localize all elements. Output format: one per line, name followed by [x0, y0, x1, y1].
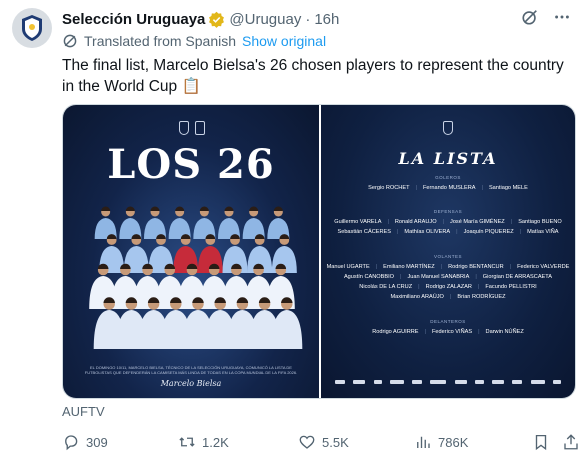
team-photo — [89, 206, 303, 349]
grok-icon[interactable] — [521, 8, 539, 30]
more-icon[interactable] — [553, 8, 571, 30]
player-row: Rodrigo AGUIRRE | Federico VIÑAS | Darwin NÚ… — [372, 329, 524, 335]
like-button[interactable]: 5.5K — [298, 433, 349, 451]
translate-icon — [62, 33, 78, 49]
bookmark-button[interactable] — [532, 433, 550, 451]
section-volantes: VOLANTES Manuel UGARTE | Emiliano MARTÍNEZ… — [321, 254, 575, 302]
player-figure — [94, 206, 117, 239]
verified-badge-icon — [208, 11, 225, 28]
repost-count: 1.2K — [202, 434, 229, 450]
player-figure — [218, 206, 240, 239]
like-count: 5.5K — [322, 434, 349, 450]
auf-crest-icon — [179, 121, 189, 135]
author-name[interactable]: Selección Uruguaya — [62, 11, 205, 28]
post-header: Selección Uruguaya @Uruguay · 16h — [62, 8, 571, 30]
section-delanteros: DELANTEROS Rodrigo AGUIRRE | Federico VIÑA… — [321, 319, 575, 337]
sponsor-logos — [331, 378, 565, 386]
views-count: 786K — [438, 434, 469, 450]
translation-bar: Translated from Spanish Show original — [62, 33, 326, 49]
player-row: Nicolás DE LA CRUZ | Rodrigo ZALAZAR | Facun… — [359, 284, 537, 290]
player-figure — [193, 206, 216, 239]
list-title: LA LISTA — [398, 149, 498, 168]
player-row: Agustín CANOBBIO | Juan Manuel SANABRIA | Gi… — [343, 274, 553, 280]
player-figure — [168, 206, 191, 239]
bielsa-signature: Marcelo Bielsa — [160, 379, 222, 388]
player-figure — [119, 206, 142, 239]
uruguay-crest-icon — [22, 15, 42, 41]
section-title: VOLANTES — [433, 254, 462, 259]
reply-icon — [65, 435, 78, 451]
post-time[interactable]: 16h — [314, 11, 339, 28]
reply-button[interactable]: 309 — [62, 433, 108, 451]
poster-title: LOS 26 — [107, 141, 275, 188]
repost-button[interactable]: 1.2K — [178, 433, 229, 451]
player-row: Maximiliano ARAÚJO | Brian RODRÍGUEZ — [390, 294, 506, 300]
section-title: DEFENSAS — [433, 209, 463, 214]
action-bar: 309 1.2K 5.5K 786K — [62, 431, 580, 453]
player-row: Guillermo VARELA | Ronald ARAUJO | José Marí… — [334, 219, 562, 225]
section-title: DELANTEROS — [430, 319, 466, 324]
trophy-logo-icon — [195, 121, 205, 135]
translated-label: Translated from Spanish — [84, 33, 236, 49]
player-row: Manuel UGARTE | Emiliano MARTÍNEZ | Rodrigo … — [326, 264, 570, 270]
views-icon — [417, 436, 430, 448]
reply-count: 309 — [86, 434, 108, 450]
player-row: Sebastián CÁCERES | Mathías OLIVERA | Joaquí… — [337, 229, 559, 235]
poster-caption: EL DOMINGO 10/11, MARCELO BIELSA, TÉCNIC… — [84, 365, 298, 375]
views-button[interactable]: 786K — [414, 433, 468, 451]
separator-dot: · — [305, 10, 311, 28]
section-goleros: GOLEROS Sergio ROCHET | Fernando MUSLERA | S… — [321, 175, 575, 193]
author-handle[interactable]: @Uruguay — [229, 11, 301, 28]
player-figure — [144, 206, 166, 239]
section-defensas: DEFENSAS Guillermo VARELA | Ronald ARAUJO |… — [321, 209, 575, 237]
auf-crest-icon — [443, 121, 453, 135]
show-original-link[interactable]: Show original — [242, 33, 326, 49]
media-image-los-26[interactable]: LOS 26 EL DOMINGO 10/11, MARCELO BIELSA,… — [63, 105, 319, 398]
post-media[interactable]: LOS 26 EL DOMINGO 10/11, MARCELO BIELSA,… — [62, 104, 576, 399]
share-icon — [564, 434, 578, 450]
section-title: GOLEROS — [435, 175, 461, 180]
media-image-la-lista[interactable]: LA LISTA GOLEROS Sergio ROCHET | Fernando … — [321, 105, 575, 398]
avatar[interactable] — [12, 8, 52, 48]
player-figure — [267, 206, 290, 239]
bookmark-icon — [535, 434, 547, 451]
player-row: Sergio ROCHET | Fernando MUSLERA | Santiago … — [368, 185, 528, 191]
header-icons — [521, 8, 571, 30]
repost-icon — [179, 437, 195, 447]
post-text: The final list, Marcelo Bielsa's 26 chos… — [62, 57, 564, 95]
like-icon — [299, 435, 315, 449]
player-figure — [242, 206, 265, 239]
share-button[interactable] — [562, 433, 580, 451]
media-source[interactable]: AUFTV — [62, 404, 105, 419]
